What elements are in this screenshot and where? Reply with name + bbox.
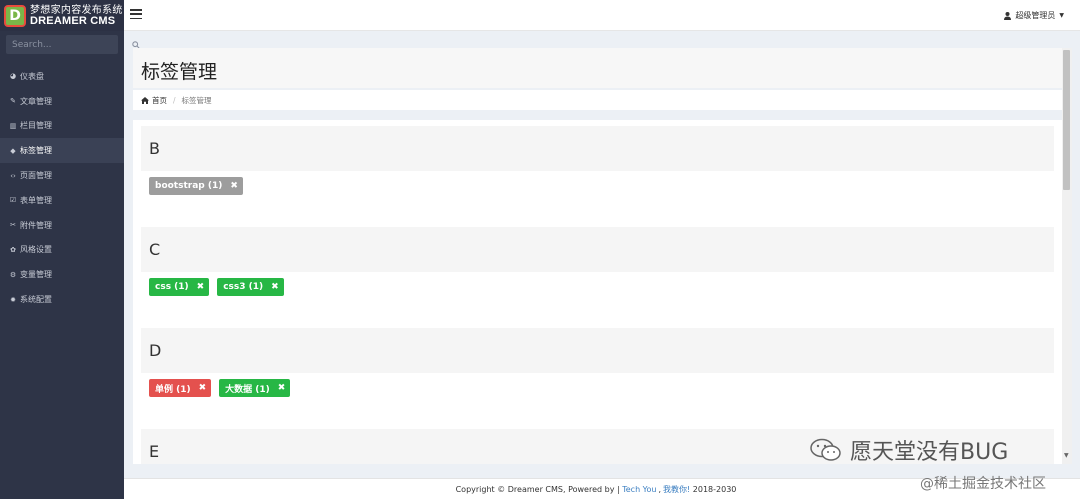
sidebar-item-5[interactable]: ☑ 表单管理 (0, 188, 124, 213)
scroll-down-arrow-icon[interactable]: ▼ (1064, 452, 1069, 459)
sidebar-item-3[interactable]: ◆ 标签管理 (0, 138, 124, 164)
tag-group-header: D (141, 328, 1054, 373)
sidebar-item-4[interactable]: ‹› 页面管理 (0, 163, 124, 188)
tag-group: Bbootstrap (1) ✖ (141, 126, 1054, 219)
brand-title-cn: 梦想家内容发布系统 (30, 4, 123, 16)
footer-years: 2018-2030 (692, 484, 737, 494)
watermark-line2: @稀土掘金技术社区 (920, 476, 1046, 492)
home-icon (141, 96, 149, 104)
sidebar-item-label: 仪表盘 (20, 71, 44, 81)
sidebar-item-2[interactable]: ▥ 栏目管理 (0, 114, 124, 139)
columns-icon: ▥ (9, 121, 17, 130)
sidebar-item-7[interactable]: ✿ 风格设置 (0, 238, 124, 263)
code-icon: ‹› (10, 171, 16, 180)
footer-sep: , (658, 484, 662, 494)
paperclip-icon: ✂ (10, 221, 16, 230)
breadcrumb-current: 标签管理 (181, 95, 212, 105)
edit-icon: ✎ (10, 97, 16, 106)
tag-group-letter: E (149, 442, 160, 461)
sidebar-item-label: 风格设置 (20, 245, 52, 255)
breadcrumb-separator: / (173, 95, 176, 105)
search-input[interactable] (6, 35, 132, 54)
tag-label: bootstrap (1) (155, 181, 223, 191)
wechat-icon (810, 438, 841, 461)
tag-group-letter: B (149, 139, 160, 158)
sidebar-search (6, 35, 140, 54)
footer-link-techyou[interactable]: Tech You (622, 485, 656, 494)
tag-group-letter: D (149, 341, 162, 360)
page-title: 标签管理 (141, 61, 218, 83)
dashboard-icon: ◕ (9, 72, 17, 81)
tag-label: 大数据 (1) (225, 384, 270, 395)
footer-link-teach[interactable]: 我教你! (663, 484, 690, 495)
brand-text: 梦想家内容发布系统 DREAMER CMS (30, 5, 123, 27)
sidebar-nav: ◕ 仪表盘 ✎ 文章管理 ▥ 栏目管理 ◆ 标签管理 ‹› 页面管理 ☑ 表单管理 ✂ 附件管理 ✿ 风格设置… (0, 64, 124, 312)
brand[interactable]: D 梦想家内容发布系统 DREAMER CMS (0, 0, 124, 31)
tag-label: 单例 (1) (155, 384, 191, 395)
breadcrumb: 首页 / 标签管理 (133, 90, 1062, 110)
scrollbar[interactable] (1062, 48, 1072, 464)
tag-list: bootstrap (1) ✖ (141, 171, 1054, 219)
watermark-title: 愿天堂没有BUG (810, 434, 1008, 466)
tag-chip[interactable]: css3 (1) ✖ (217, 278, 284, 296)
menu-toggle-icon[interactable] (130, 9, 142, 20)
brand-title-en: DREAMER CMS (30, 14, 116, 27)
sidebar-item-label: 文章管理 (20, 96, 52, 106)
remove-tag-icon[interactable]: ✖ (199, 383, 207, 393)
sidebar-item-9[interactable]: ✹ 系统配置 (0, 287, 124, 312)
tag-chip[interactable]: css (1) ✖ (149, 278, 210, 296)
scrollbar-thumb[interactable] (1063, 50, 1070, 190)
tag-panel: Bbootstrap (1) ✖ Ccss (1) ✖ css3 (1) ✖ D 单例 (1)… (133, 120, 1062, 464)
sidebar-item-label: 附件管理 (20, 220, 52, 230)
sidebar-item-8[interactable]: ⚙ 变量管理 (0, 262, 124, 287)
topbar: 超级管理员 ▼ (124, 0, 1080, 31)
sidebar-item-label: 系统配置 (20, 295, 52, 305)
tag-label: css3 (1) (223, 282, 264, 292)
tag-group-header: B (141, 126, 1054, 171)
main-content: 标签管理 首页 / 标签管理 Bbootstrap (1) ✖ Ccss (1) ✖ c… (133, 48, 1062, 464)
gear-icon: ✹ (10, 295, 16, 304)
tags-icon: ◆ (10, 146, 16, 155)
watermark-line1: 愿天堂没有BUG (850, 440, 1009, 465)
tag-group-header: C (141, 227, 1054, 272)
remove-tag-icon[interactable]: ✖ (278, 383, 286, 393)
sidebar-item-label: 标签管理 (20, 146, 52, 156)
sidebar-item-label: 变量管理 (20, 270, 52, 280)
sidebar-item-label: 栏目管理 (20, 121, 52, 131)
remove-tag-icon[interactable]: ✖ (197, 282, 205, 292)
tag-label: css (1) (155, 282, 189, 292)
remove-tag-icon[interactable]: ✖ (230, 181, 238, 191)
tag-group-letter: C (149, 240, 161, 259)
user-icon (1004, 11, 1012, 20)
breadcrumb-home-link[interactable]: 首页 (152, 95, 167, 106)
remove-tag-icon[interactable]: ✖ (271, 282, 279, 292)
tag-chip[interactable]: 单例 (1) ✖ (149, 379, 212, 397)
sidebar-item-1[interactable]: ✎ 文章管理 (0, 89, 124, 114)
tag-list: css (1) ✖ css3 (1) ✖ (141, 272, 1054, 320)
palette-icon: ✿ (10, 245, 16, 254)
tag-chip[interactable]: bootstrap (1) ✖ (149, 177, 243, 195)
tag-list: 单例 (1) ✖ 大数据 (1) ✖ (141, 373, 1054, 421)
sidebar-item-6[interactable]: ✂ 附件管理 (0, 213, 124, 238)
logo: D (4, 4, 26, 27)
footer-copyright: Copyright © Dreamer CMS, Powered by | (455, 484, 620, 494)
page-header: 标签管理 (133, 48, 1062, 88)
sidebar-item-0[interactable]: ◕ 仪表盘 (0, 64, 124, 89)
sidebar-item-label: 表单管理 (20, 195, 52, 205)
user-menu[interactable]: 超级管理员 ▼ (1004, 10, 1064, 21)
user-name: 超级管理员 (1015, 11, 1056, 20)
sidebar: D 梦想家内容发布系统 DREAMER CMS ◕仪表盘 ✎ 文章管理 ▥栏目管理 ◆ 标… (0, 0, 140, 499)
checkbox-icon: ☑ (9, 196, 17, 205)
tag-group: Ccss (1) ✖ css3 (1) ✖ (141, 227, 1054, 320)
caret-down-icon: ▼ (1059, 12, 1064, 19)
tag-chip[interactable]: 大数据 (1) ✖ (219, 379, 291, 397)
tag-group: D 单例 (1) ✖ 大数据 (1) ✖ (141, 328, 1054, 421)
cogs-icon: ⚙ (9, 270, 17, 279)
sidebar-item-label: 页面管理 (20, 171, 52, 181)
